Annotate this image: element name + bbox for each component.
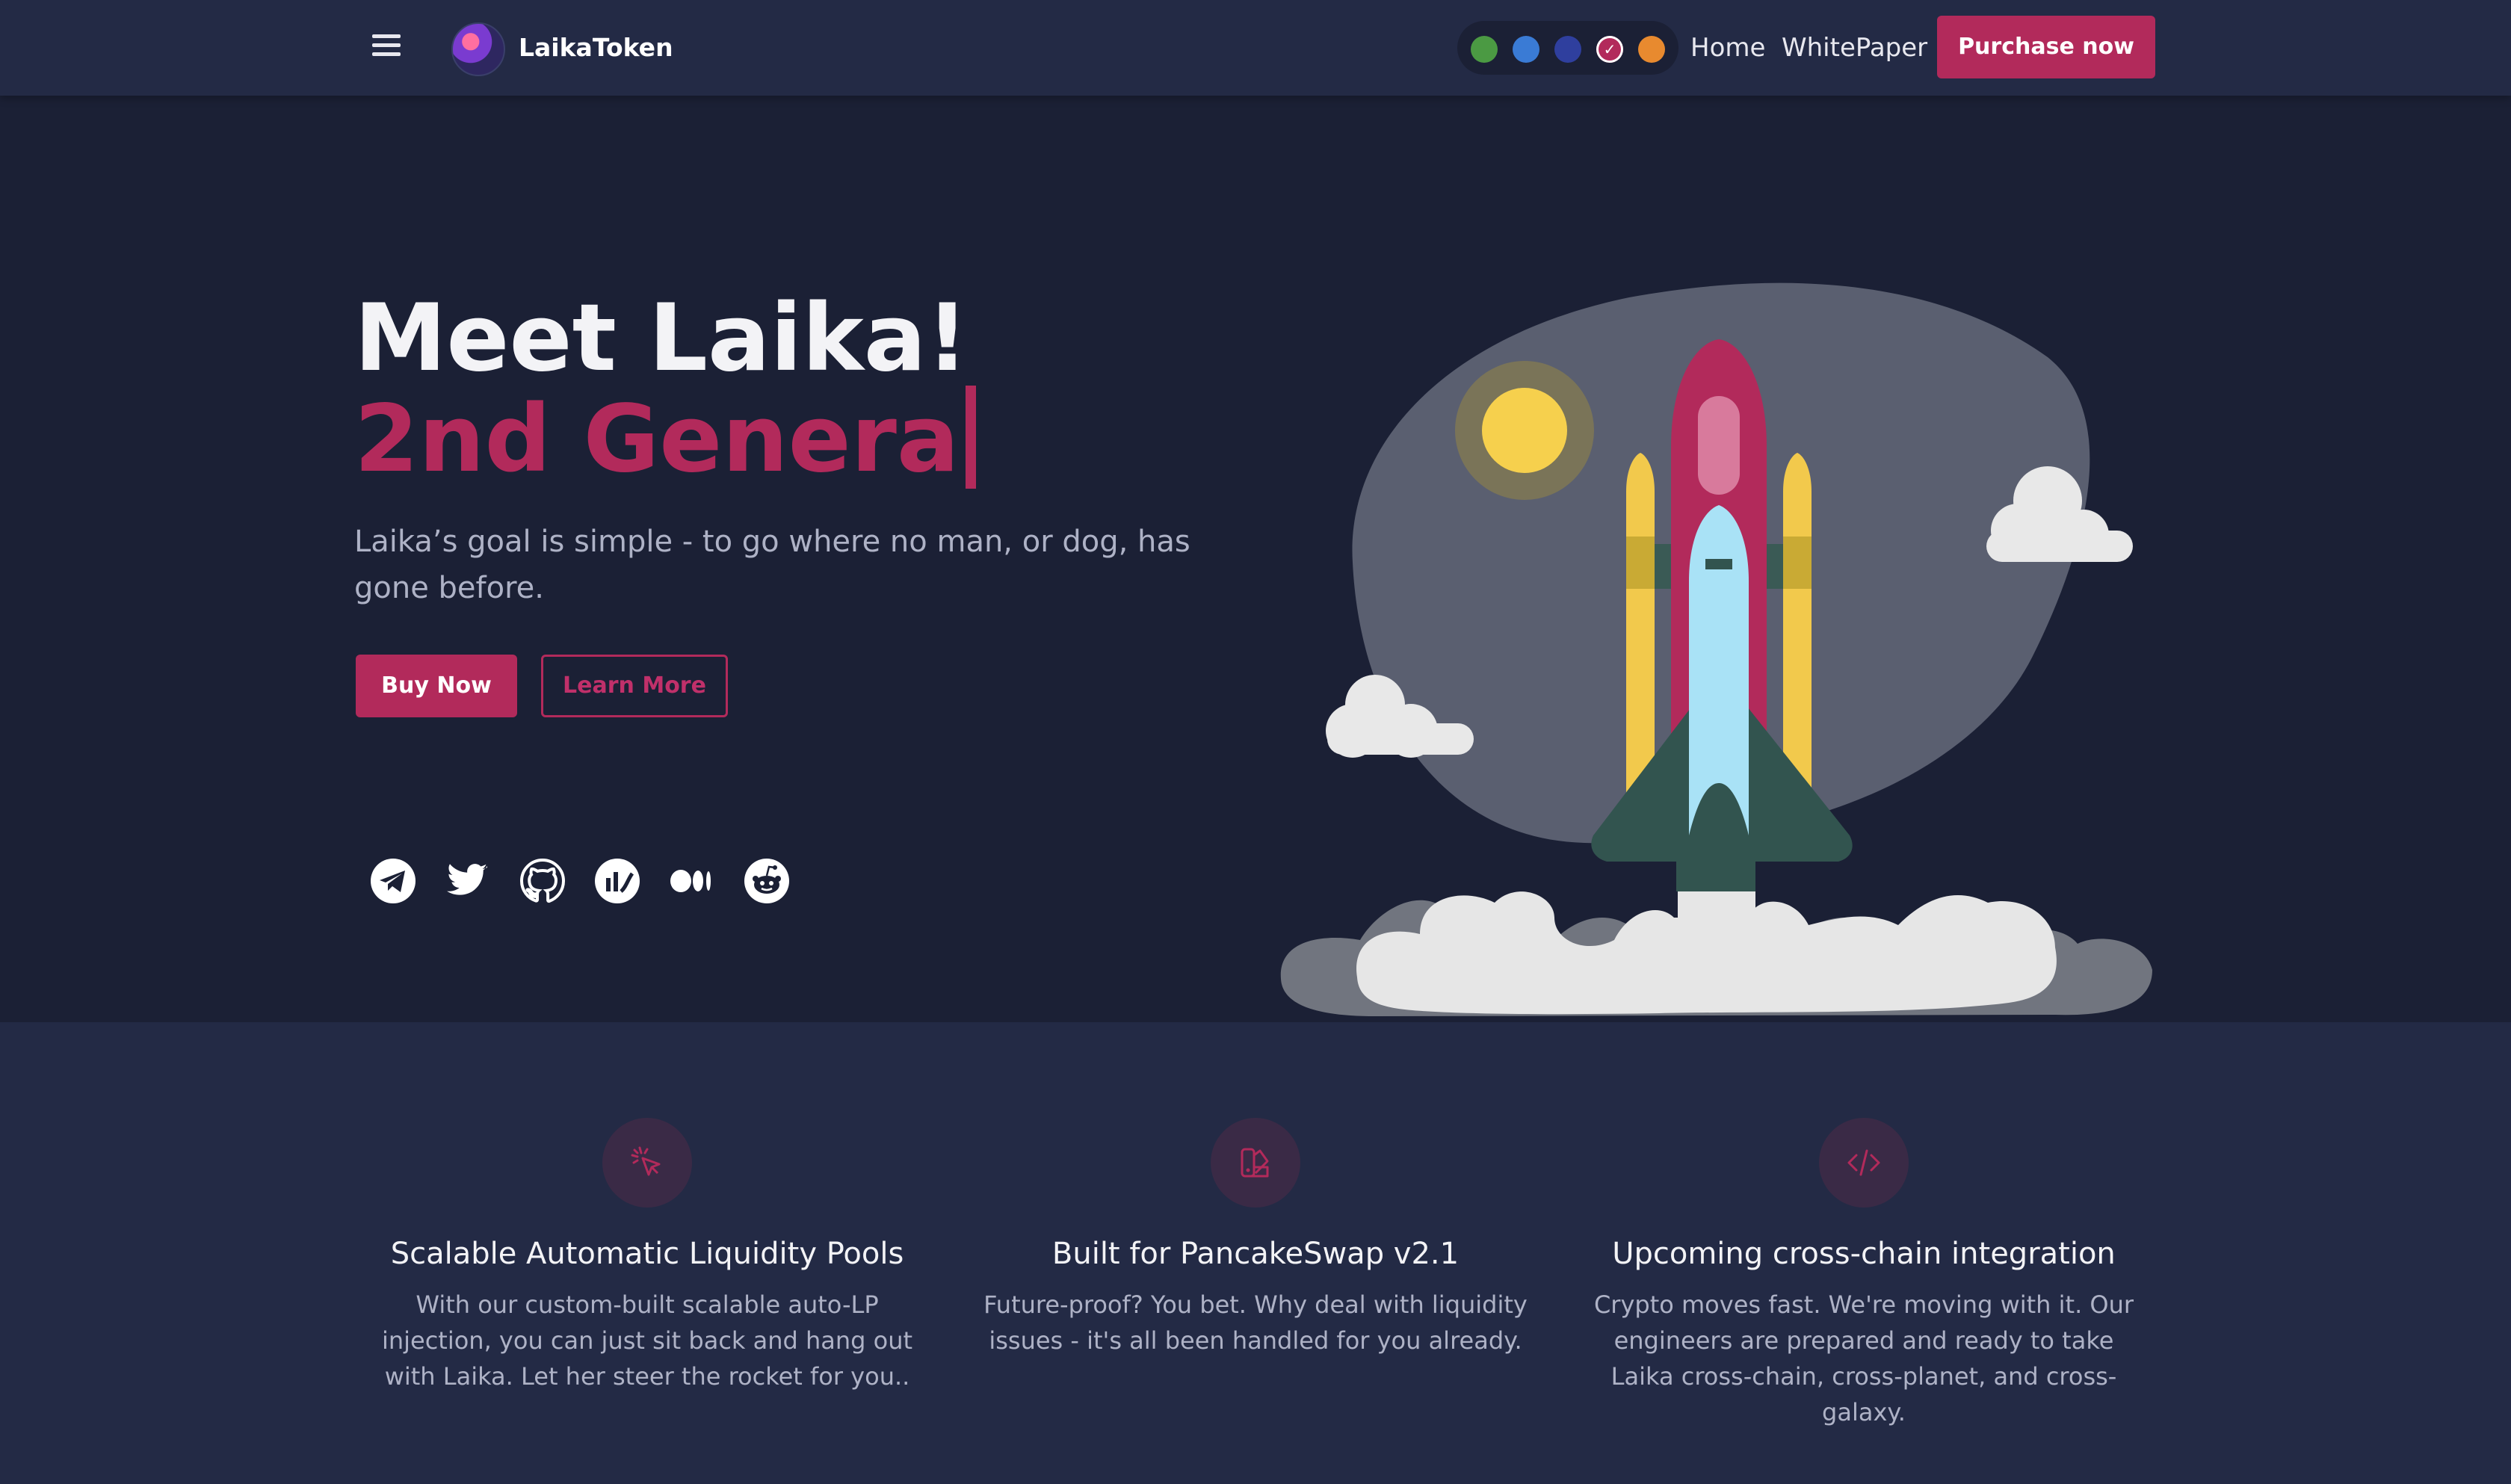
hero-section: Meet Laika! 2nd Genera Laika’s goal is s… — [0, 96, 2511, 1022]
medium-icon[interactable] — [668, 857, 716, 905]
hero-description: Laika’s goal is simple - to go where no … — [354, 525, 1190, 605]
hero-subtitle-text: 2nd Genera — [354, 386, 960, 493]
buy-now-button[interactable]: Buy Now — [356, 655, 517, 717]
rocket-launch-illustration — [1280, 282, 2152, 1016]
learn-more-button[interactable]: Learn More — [541, 655, 728, 717]
hero-typed-subtitle: 2nd Genera — [354, 383, 976, 495]
feature-title: Scalable Automatic Liquidity Pools — [390, 1237, 904, 1271]
code-icon — [1847, 1149, 1880, 1176]
feature-title: Built for PancakeSwap v2.1 — [1051, 1237, 1460, 1271]
theme-swatch-blue[interactable] — [1513, 36, 1539, 63]
cursor-click-icon — [631, 1146, 661, 1176]
feature-icon-badge — [602, 1118, 692, 1208]
reddit-icon[interactable] — [743, 857, 791, 905]
top-navbar: LaikaToken ✓ Home WhitePaper Purchase no… — [0, 0, 2511, 96]
features-section: Scalable Automatic Liquidity Pools With … — [0, 1022, 2511, 1484]
feature-icon-badge — [1211, 1118, 1300, 1208]
swatch-icon — [1241, 1148, 1269, 1178]
text-caret — [965, 386, 976, 489]
nav-link-whitepaper[interactable]: WhitePaper — [1782, 31, 1927, 64]
theme-swatch-indigo[interactable] — [1554, 36, 1581, 63]
theme-color-picker: ✓ — [1457, 21, 1678, 75]
twitter-icon[interactable] — [444, 857, 492, 905]
theme-swatch-orange[interactable] — [1638, 36, 1665, 63]
feature-icon-badge — [1819, 1118, 1909, 1208]
theme-swatch-green[interactable] — [1471, 36, 1498, 63]
nav-link-home[interactable]: Home — [1690, 31, 1765, 64]
feature-description: Crypto moves fast. We're moving with it.… — [1593, 1290, 2134, 1426]
brand-logo[interactable] — [451, 22, 505, 76]
github-icon[interactable] — [519, 857, 566, 905]
chart-icon[interactable] — [593, 857, 641, 905]
hero-title: Meet Laika! — [354, 285, 969, 392]
check-icon: ✓ — [1603, 40, 1616, 58]
theme-swatch-pink-selected[interactable]: ✓ — [1596, 36, 1623, 63]
telegram-icon[interactable] — [369, 857, 417, 905]
brand-name[interactable]: LaikaToken — [519, 30, 673, 66]
feature-title: Upcoming cross-chain integration — [1612, 1237, 2116, 1271]
feature-description: With our custom-built scalable auto-LP i… — [381, 1290, 913, 1391]
feature-description: Future-proof? You bet. Why deal with liq… — [983, 1290, 1528, 1355]
purchase-now-button[interactable]: Purchase now — [1937, 16, 2155, 78]
hamburger-menu-icon[interactable] — [372, 34, 410, 61]
